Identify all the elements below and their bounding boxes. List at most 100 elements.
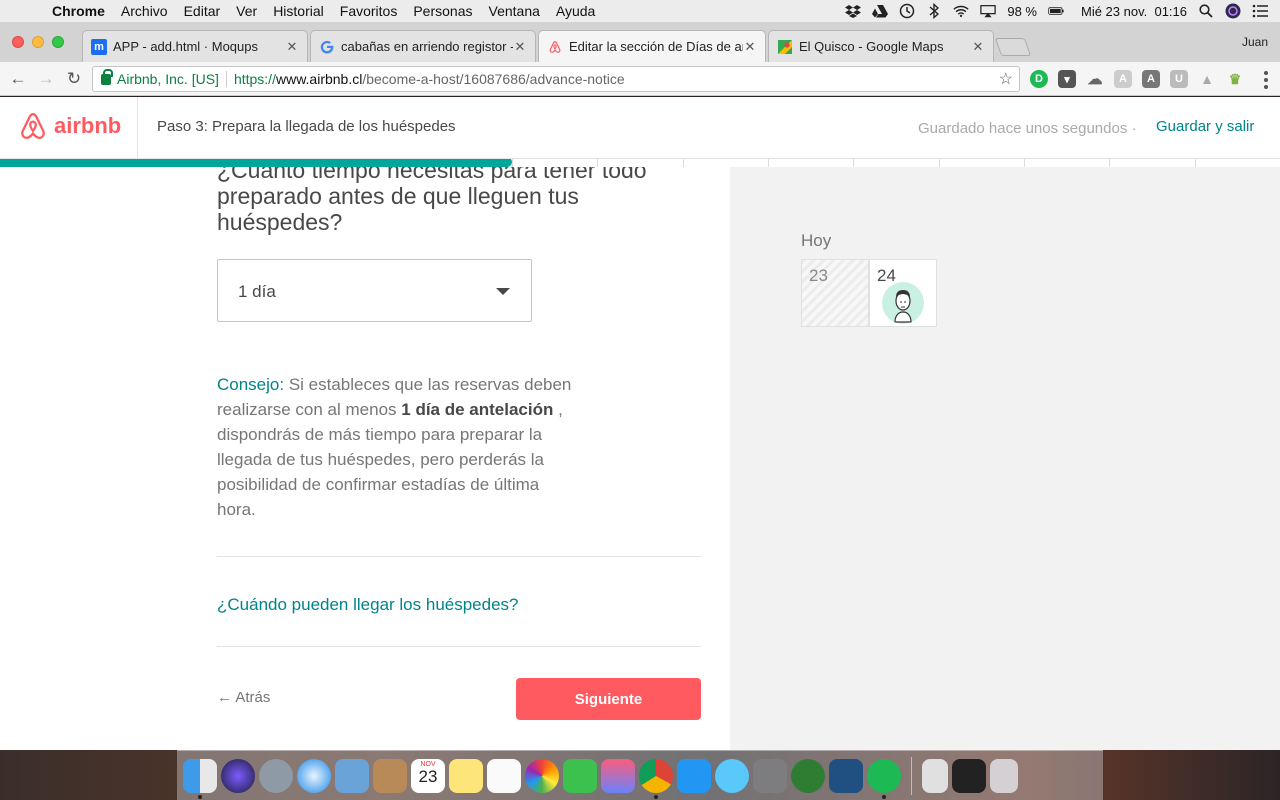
- airbnb-logo-text: airbnb: [54, 113, 122, 138]
- facetime-icon[interactable]: [563, 758, 597, 793]
- messages-icon[interactable]: [715, 758, 749, 793]
- system-preferences-icon[interactable]: [753, 758, 787, 793]
- menu-app-name[interactable]: Chrome: [44, 3, 113, 19]
- tip-bold: 1 día de antelación: [401, 400, 554, 419]
- google-drive-icon[interactable]: [872, 4, 889, 18]
- airplay-icon[interactable]: [980, 4, 997, 18]
- itunes-icon[interactable]: [601, 758, 635, 793]
- contacts-icon[interactable]: [373, 758, 407, 793]
- qgis-icon[interactable]: [791, 758, 825, 793]
- angular-icon-dim[interactable]: A: [1114, 70, 1132, 88]
- close-window-button[interactable]: [12, 36, 24, 48]
- menu-ayuda[interactable]: Ayuda: [548, 3, 603, 19]
- tab-strip: m APP - add.html · Moqups ✕ cabañas en a…: [0, 22, 1280, 62]
- bluetooth-icon[interactable]: [926, 3, 942, 19]
- menu-historial[interactable]: Historial: [265, 3, 332, 19]
- today-label: Hoy: [801, 231, 832, 250]
- mail-icon[interactable]: [335, 758, 369, 793]
- spotlight-search-icon[interactable]: [1198, 4, 1214, 18]
- calendar-icon[interactable]: NOV 23: [411, 758, 445, 793]
- back-button[interactable]: ← Atrás: [217, 689, 270, 706]
- launchpad-icon[interactable]: [259, 758, 293, 793]
- menu-archivo[interactable]: Archivo: [113, 3, 176, 19]
- tab-airbnb[interactable]: Editar la sección de Días de an ✕: [538, 30, 766, 62]
- secure-label: Airbnb, Inc. [US]: [117, 71, 219, 87]
- angular-icon[interactable]: A: [1142, 70, 1160, 88]
- extension-u-icon[interactable]: U: [1170, 70, 1188, 88]
- forward-arrow-icon[interactable]: →: [32, 69, 60, 89]
- sourcetree-icon[interactable]: [829, 758, 863, 793]
- tab-google-maps[interactable]: El Quisco - Google Maps ✕: [768, 30, 994, 62]
- trash-icon[interactable]: [990, 758, 1018, 793]
- next-button[interactable]: Siguiente: [516, 678, 701, 720]
- url-path: /become-a-host/16087686/advance-notice: [362, 71, 625, 87]
- tab-google-search[interactable]: cabañas en arriendo registor - ✕: [310, 30, 536, 62]
- downloads-icon[interactable]: [922, 758, 948, 793]
- safari-icon[interactable]: [297, 758, 331, 793]
- airbnb-logo-icon: [21, 112, 45, 140]
- zoom-window-button[interactable]: [52, 36, 64, 48]
- airbnb-header: airbnb Paso 3: Prepara la llegada de los…: [0, 97, 1280, 159]
- lock-icon: [101, 68, 113, 85]
- time-machine-icon[interactable]: [899, 3, 915, 19]
- reload-icon[interactable]: ↻: [60, 69, 88, 89]
- chrome-menu-icon[interactable]: [1264, 71, 1268, 89]
- app-store-icon[interactable]: [677, 758, 711, 793]
- airbnb-logo[interactable]: airbnb: [18, 111, 121, 141]
- menubar-clock[interactable]: Mié 23 nov. 01:16: [1081, 4, 1187, 19]
- minimize-window-button[interactable]: [32, 36, 44, 48]
- menu-favoritos[interactable]: Favoritos: [332, 3, 406, 19]
- siri-icon[interactable]: [1225, 3, 1241, 19]
- cloud-icon[interactable]: ☁: [1086, 70, 1104, 88]
- siri-icon[interactable]: [221, 758, 255, 793]
- new-tab-button[interactable]: [994, 38, 1032, 56]
- terminal-icon[interactable]: [952, 758, 986, 793]
- profile-name[interactable]: Juan: [1242, 35, 1268, 49]
- chrome-icon[interactable]: [639, 758, 673, 799]
- guest-avatar-icon: [882, 282, 924, 324]
- pocket-icon[interactable]: ▾: [1058, 70, 1076, 88]
- wifi-icon[interactable]: [953, 4, 969, 18]
- menu-editar[interactable]: Editar: [176, 3, 229, 19]
- menu-personas[interactable]: Personas: [405, 3, 480, 19]
- save-and-exit-link[interactable]: Guardar y salir: [1156, 118, 1254, 135]
- calendar-preview-panel: Hoy 23 24: [730, 167, 1280, 750]
- drive-extension-icon[interactable]: ▲: [1198, 70, 1216, 88]
- menu-ventana[interactable]: Ventana: [481, 3, 548, 19]
- battery-icon[interactable]: [1048, 4, 1064, 18]
- divider: [217, 556, 701, 557]
- extension-green-d-icon[interactable]: D: [1030, 70, 1048, 88]
- back-arrow-icon: ←: [217, 689, 236, 706]
- close-tab-icon[interactable]: ✕: [971, 39, 985, 55]
- arrival-time-link[interactable]: ¿Cuándo pueden llegar los huéspedes?: [217, 595, 519, 615]
- close-tab-icon[interactable]: ✕: [513, 39, 527, 55]
- dock-calendar-day: 23: [418, 766, 438, 786]
- url-host: www.airbnb.cl: [275, 71, 363, 87]
- menu-bar: Chrome Archivo Editar Ver Historial Favo…: [0, 0, 1280, 22]
- select-value: 1 día: [238, 282, 276, 301]
- photos-icon[interactable]: [525, 758, 559, 793]
- spotify-icon[interactable]: [867, 758, 901, 799]
- finder-icon[interactable]: [183, 758, 217, 799]
- tab-label: cabañas en arriendo registor -: [341, 39, 513, 54]
- crown-extension-icon[interactable]: ♛: [1226, 70, 1244, 88]
- dock: NOV 23: [177, 750, 1103, 800]
- address-bar[interactable]: Airbnb, Inc. [US] https:// www.airbnb.cl…: [92, 66, 1020, 92]
- reminders-icon[interactable]: [487, 758, 521, 793]
- battery-percent: 98 %: [1007, 3, 1037, 19]
- tab-moqups[interactable]: m APP - add.html · Moqups ✕: [82, 30, 308, 62]
- browser-toolbar: ← → ↻ Airbnb, Inc. [US] https:// www.air…: [0, 62, 1280, 96]
- menu-ver[interactable]: Ver: [228, 3, 265, 19]
- notes-icon[interactable]: [449, 758, 483, 793]
- bookmark-star-icon[interactable]: ☆: [999, 69, 1013, 89]
- window-controls: [12, 36, 64, 48]
- dropbox-icon[interactable]: [845, 4, 862, 18]
- close-tab-icon[interactable]: ✕: [285, 39, 299, 55]
- tip-paragraph: Consejo: Si estableces que las reservas …: [217, 372, 579, 522]
- advance-notice-select[interactable]: 1 día: [217, 259, 532, 322]
- close-tab-icon[interactable]: ✕: [743, 39, 757, 55]
- address-separator: [225, 71, 227, 87]
- notification-center-icon[interactable]: [1252, 4, 1268, 18]
- chevron-down-icon: [496, 288, 510, 295]
- back-arrow-icon[interactable]: ←: [4, 69, 32, 89]
